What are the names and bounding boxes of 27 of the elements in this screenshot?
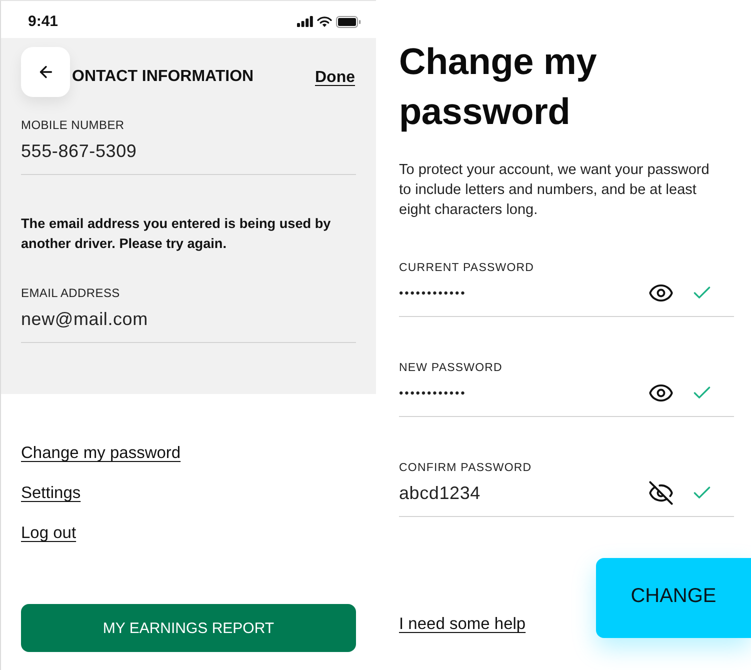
page-title: Change my password <box>399 40 598 134</box>
password-field[interactable]: •••••••••••• <box>399 281 734 317</box>
input-field[interactable]: 555-867-5309 <box>21 139 356 175</box>
help-link[interactable]: I need some help <box>399 614 526 634</box>
password-field[interactable]: •••••••••••• <box>399 381 734 417</box>
menu-link[interactable]: Change my password <box>21 443 181 463</box>
signal-icon <box>297 16 313 27</box>
done-link[interactable]: Done <box>315 69 355 87</box>
menu-link[interactable]: Log out <box>21 523 76 543</box>
change-button[interactable]: CHANGE <box>596 558 751 638</box>
eye-slash-icon[interactable] <box>648 480 674 506</box>
battery-icon <box>336 16 361 28</box>
description-text: To protect your account, we want your password to include letters and numbers, and be at least eight characters long. <box>399 161 710 220</box>
password-field[interactable]: abcd1234 <box>399 481 734 517</box>
wifi-icon <box>317 16 332 27</box>
field-label: EMAIL ADDRESS <box>21 286 121 300</box>
error-message: The email address you entered is being used by another driver. Please try again. <box>21 215 332 253</box>
status-time: 9:41 <box>28 12 58 30</box>
field-label: CONFIRM PASSWORD <box>399 461 533 475</box>
input-field[interactable]: new@mail.com <box>21 307 356 343</box>
field-label: NEW PASSWORD <box>399 361 504 375</box>
earnings-report-button[interactable]: MY EARNINGS REPORT <box>21 604 356 652</box>
screen-title: ONTACT INFORMATION <box>72 68 254 86</box>
field-label: CURRENT PASSWORD <box>399 261 536 275</box>
menu-link[interactable]: Settings <box>21 483 81 503</box>
field-label: MOBILE NUMBER <box>21 118 126 132</box>
back-button[interactable] <box>21 47 70 97</box>
